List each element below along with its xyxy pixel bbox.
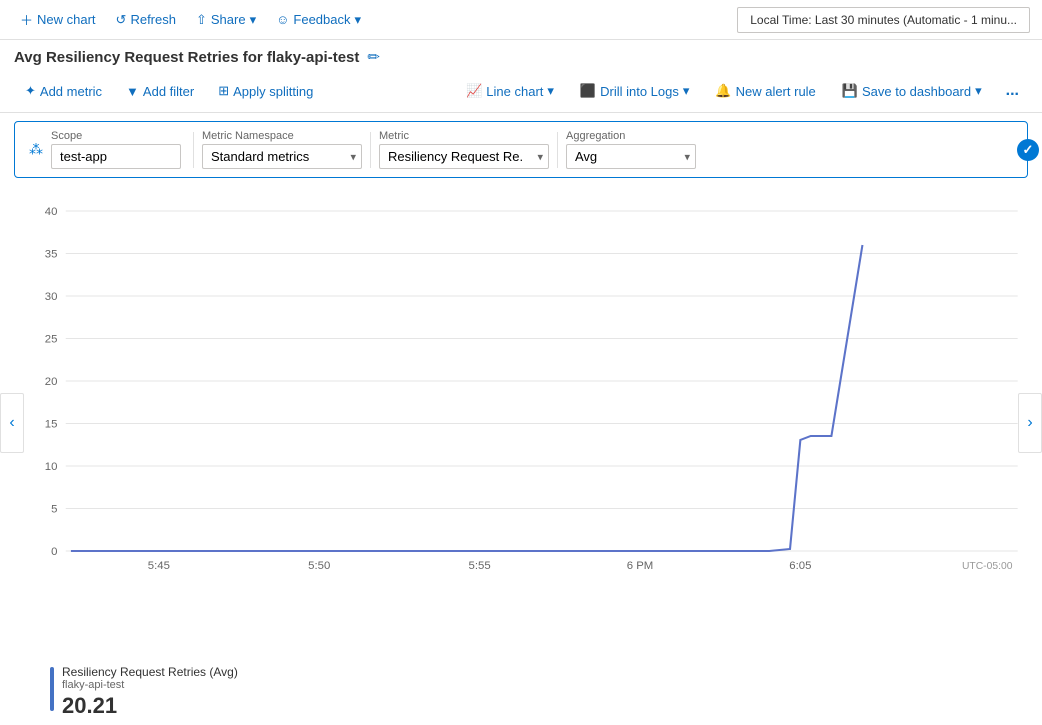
scope-label: Scope: [51, 130, 181, 142]
edit-icon[interactable]: ✏: [367, 48, 380, 66]
refresh-button[interactable]: ↺ Refresh: [108, 8, 184, 32]
metric-field: Metric Resiliency Request Re...: [379, 130, 549, 169]
feedback-chevron-icon: ▾: [355, 12, 362, 28]
nav-arrow-left[interactable]: ‹: [0, 393, 24, 453]
aggregation-field: Aggregation Avg: [566, 130, 696, 169]
scope-field: Scope: [51, 130, 181, 169]
nav-arrow-right[interactable]: ›: [1018, 393, 1042, 453]
svg-text:10: 10: [45, 461, 58, 473]
refresh-icon: ↺: [116, 12, 127, 28]
legend-title: Resiliency Request Retries (Avg): [62, 665, 238, 679]
time-range-button[interactable]: Local Time: Last 30 minutes (Automatic -…: [737, 7, 1030, 33]
svg-text:6 PM: 6 PM: [627, 560, 654, 572]
aggregation-select-wrapper: Avg: [566, 144, 696, 169]
legend-value: 20.21: [62, 693, 238, 719]
metric-label: Metric: [379, 130, 549, 142]
svg-text:5: 5: [51, 504, 57, 516]
feedback-icon: ☺: [276, 12, 289, 27]
top-toolbar: ＋ New chart ↺ Refresh ⇧ Share ▾ ☺ Feedba…: [0, 0, 1042, 40]
metric-select[interactable]: Resiliency Request Re...: [379, 144, 549, 169]
add-metric-button[interactable]: ✦ Add metric: [14, 77, 113, 105]
apply-splitting-button[interactable]: ⊞ Apply splitting: [207, 77, 324, 105]
chart-title: Avg Resiliency Request Retries for flaky…: [14, 49, 359, 66]
namespace-label: Metric Namespace: [202, 130, 362, 142]
svg-text:0: 0: [51, 546, 57, 558]
alert-icon: 🔔: [715, 83, 731, 99]
legend-subtitle: flaky-api-test: [62, 679, 238, 691]
filter-icon: ▼: [126, 84, 139, 99]
feedback-button[interactable]: ☺ Feedback ▾: [268, 8, 369, 32]
metric-toolbar: ✦ Add metric ▼ Add filter ⊞ Apply splitt…: [0, 72, 1042, 113]
metric-separator: [557, 132, 558, 168]
namespace-separator: [370, 132, 371, 168]
chart-svg: 40 35 30 25 20 15 10 5 0 5:45 5:50 5:55 …: [14, 196, 1028, 576]
save-icon: 💾: [842, 83, 858, 99]
svg-text:25: 25: [45, 334, 58, 346]
svg-text:UTC-05:00: UTC-05:00: [962, 561, 1013, 572]
share-chevron-icon: ▾: [250, 12, 257, 28]
line-chart-button[interactable]: 📈 Line chart ▾: [455, 77, 565, 105]
metric-toolbar-right: 📈 Line chart ▾ ⬛ Drill into Logs ▾ 🔔 New…: [455, 76, 1028, 106]
svg-text:6:05: 6:05: [789, 560, 811, 572]
scope-row: ⁂ Scope Metric Namespace Standard metric…: [14, 121, 1028, 178]
save-to-dashboard-button[interactable]: 💾 Save to dashboard ▾: [831, 77, 993, 105]
drill-icon: ⬛: [580, 83, 596, 99]
svg-text:40: 40: [45, 206, 58, 218]
svg-text:5:55: 5:55: [469, 560, 491, 572]
aggregation-label: Aggregation: [566, 130, 696, 142]
svg-text:15: 15: [45, 419, 58, 431]
line-chart-icon: 📈: [466, 83, 482, 99]
legend-text: Resiliency Request Retries (Avg) flaky-a…: [62, 665, 238, 719]
drill-chevron-icon: ▾: [683, 83, 690, 99]
chart-container: 40 35 30 25 20 15 10 5 0 5:45 5:50 5:55 …: [14, 196, 1028, 576]
add-metric-icon: ✦: [25, 83, 36, 99]
namespace-select-wrapper: Standard metrics: [202, 144, 362, 169]
scope-input[interactable]: [51, 144, 181, 169]
share-button[interactable]: ⇧ Share ▾: [188, 8, 264, 32]
aggregation-select[interactable]: Avg: [566, 144, 696, 169]
more-options-button[interactable]: ...: [997, 76, 1028, 106]
new-chart-button[interactable]: ＋ New chart: [12, 6, 104, 33]
chart-area: 40 35 30 25 20 15 10 5 0 5:45 5:50 5:55 …: [0, 186, 1042, 606]
splitting-icon: ⊞: [218, 83, 229, 99]
namespace-select[interactable]: Standard metrics: [202, 144, 362, 169]
svg-text:30: 30: [45, 291, 58, 303]
svg-text:5:45: 5:45: [148, 560, 170, 572]
metric-select-wrapper: Resiliency Request Re...: [379, 144, 549, 169]
line-chart-chevron-icon: ▾: [547, 83, 554, 99]
share-icon: ⇧: [196, 12, 207, 28]
legend-color-bar: [50, 667, 54, 711]
new-alert-rule-button[interactable]: 🔔 New alert rule: [704, 77, 826, 105]
namespace-field: Metric Namespace Standard metrics: [202, 130, 362, 169]
svg-text:20: 20: [45, 376, 58, 388]
scope-separator: [193, 132, 194, 168]
add-filter-button[interactable]: ▼ Add filter: [115, 78, 205, 105]
plus-icon: ＋: [20, 10, 33, 29]
chart-legend: Resiliency Request Retries (Avg) flaky-a…: [0, 659, 1042, 725]
scope-icon: ⁂: [29, 141, 43, 158]
save-chevron-icon: ▾: [975, 83, 982, 99]
chart-wrapper: ‹ › 40 35: [0, 186, 1042, 659]
title-bar: Avg Resiliency Request Retries for flaky…: [0, 40, 1042, 72]
drill-into-logs-button[interactable]: ⬛ Drill into Logs ▾: [569, 77, 700, 105]
confirm-metric-button[interactable]: ✓: [1017, 139, 1039, 161]
svg-text:5:50: 5:50: [308, 560, 330, 572]
svg-text:35: 35: [45, 249, 58, 261]
